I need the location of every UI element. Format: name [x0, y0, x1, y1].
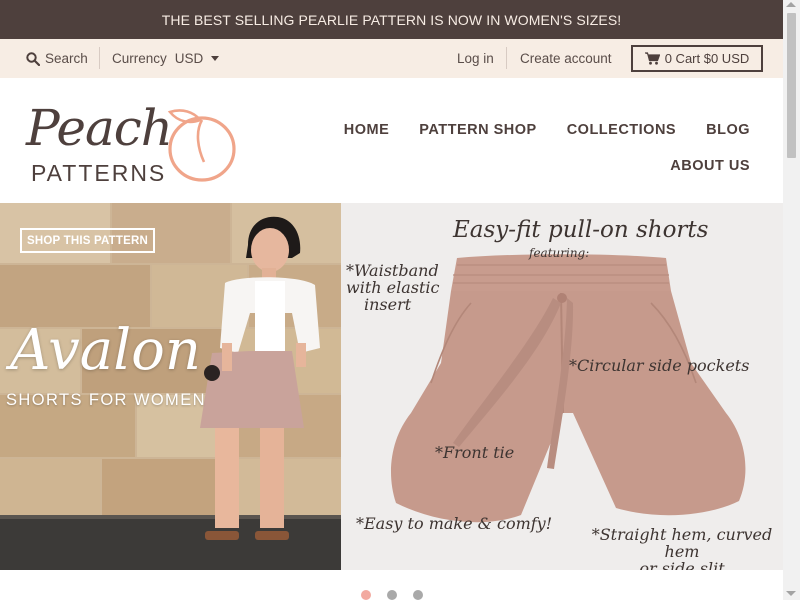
announcement-bar: THE BEST SELLING PEARLIE PATTERN IS NOW … [0, 0, 783, 39]
nav-home[interactable]: HOME [344, 122, 390, 138]
cart-button[interactable]: 0 Cart $0 USD [631, 45, 763, 72]
nav-pattern-shop[interactable]: PATTERN SHOP [419, 122, 536, 138]
logo-wordmark: Peach [26, 99, 173, 157]
caret-down-icon [211, 56, 220, 61]
nav-collections[interactable]: COLLECTIONS [567, 122, 676, 138]
peach-icon [167, 109, 236, 182]
search-icon [26, 51, 40, 66]
annotation-featuring: featuring: [529, 246, 590, 260]
sandstone-wall-photo [0, 203, 341, 570]
site-header: Peach PATTERNS HOME PATTERN SHOP COLLECT… [0, 78, 783, 203]
shop-this-pattern-button[interactable]: SHOP THIS PATTERN [20, 228, 155, 253]
annotation-headline: Easy-fit pull-on shorts [453, 217, 709, 243]
currency-label: Currency [112, 51, 167, 66]
annotation-waistband: *Waistband with elastic insert [346, 261, 440, 314]
scroll-up-arrow-icon[interactable] [786, 2, 796, 7]
divider [506, 47, 507, 69]
slider-pagination [0, 588, 783, 600]
annotation-tie: *Front tie [435, 443, 515, 462]
currency-value: USD [174, 51, 204, 66]
search-label: Search [45, 51, 88, 66]
hero-subtitle: SHORTS FOR WOMEN [6, 391, 206, 409]
create-account-link[interactable]: Create account [520, 39, 612, 78]
annotation-easy: *Easy to make & comfy! [356, 514, 553, 533]
hero-model-photo: SHOP THIS PATTERN Avalon SHORTS FOR WOME… [0, 203, 341, 570]
main-nav: HOME PATTERN SHOP COLLECTIONS BLOG ABOUT… [330, 112, 750, 184]
nav-about-us[interactable]: ABOUT US [670, 158, 750, 174]
scrollbar-thumb[interactable] [787, 13, 796, 158]
login-link[interactable]: Log in [457, 39, 494, 78]
slider-dot-2[interactable] [387, 590, 397, 600]
announcement-text: THE BEST SELLING PEARLIE PATTERN IS NOW … [161, 11, 622, 28]
create-account-label: Create account [520, 51, 612, 66]
cart-icon [644, 52, 660, 65]
currency-selector[interactable]: Currency USD [112, 39, 220, 78]
hero-title: Avalon [10, 318, 201, 383]
nav-blog[interactable]: BLOG [706, 122, 750, 138]
slider-dot-1[interactable] [361, 590, 371, 600]
annotation-hem: *Straight hem, curved hem or side slit [591, 525, 773, 570]
divider [99, 47, 100, 69]
search-link[interactable]: Search [26, 39, 88, 78]
shop-this-pattern-label: SHOP THIS PATTERN [27, 234, 148, 247]
logo-subtext: PATTERNS [31, 160, 167, 186]
login-label: Log in [457, 51, 494, 66]
utility-bar: Search Currency USD Log in Create accoun… [0, 39, 783, 78]
slider-dot-3[interactable] [413, 590, 423, 600]
site-logo[interactable]: Peach PATTERNS [24, 98, 244, 188]
cart-label: 0 Cart $0 USD [664, 51, 750, 66]
annotation-pockets: *Circular side pockets [569, 356, 750, 375]
hero-slide[interactable]: SHOP THIS PATTERN Avalon SHORTS FOR WOME… [0, 203, 783, 570]
scroll-down-arrow-icon[interactable] [786, 591, 796, 596]
hero-product-photo: Easy-fit pull-on shorts featuring: *Wais… [341, 203, 783, 570]
